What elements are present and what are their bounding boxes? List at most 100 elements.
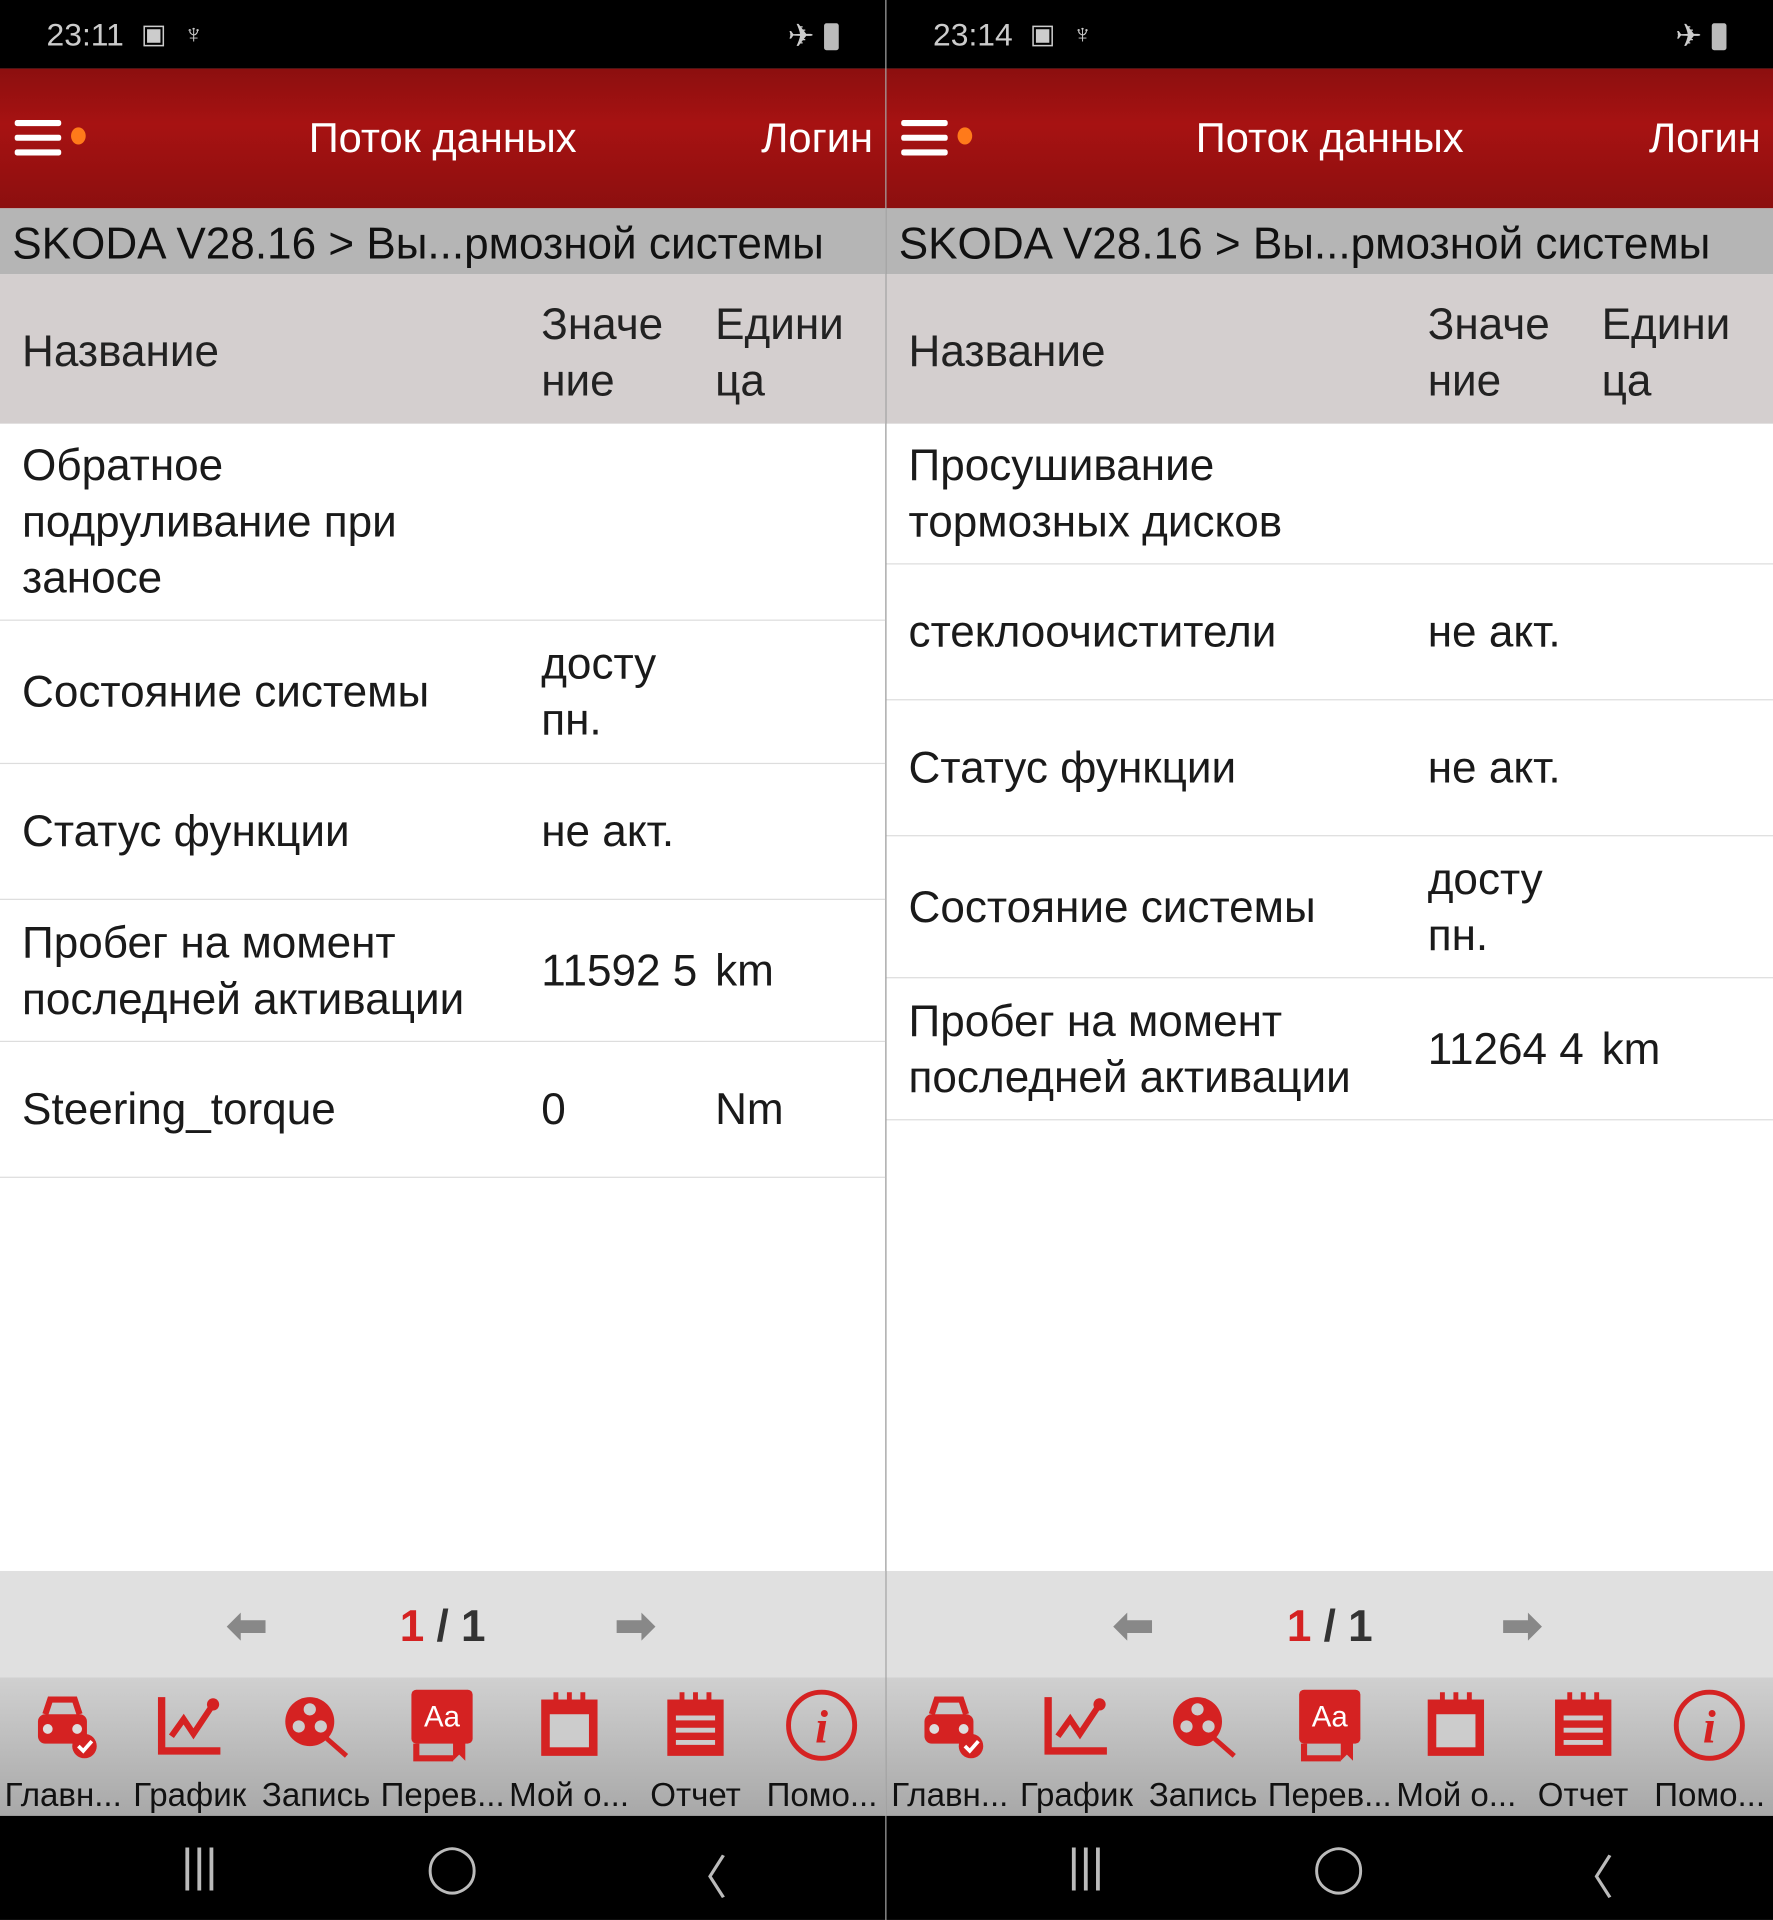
current-page: 1 (1286, 1600, 1312, 1651)
breadcrumb: SKODA V28.16 > Вы...рмозной системы (0, 208, 886, 275)
app-screen: 23:14 ▣ ♆ ✈ Поток данных Логин SKODA V28.1… (886, 0, 1773, 1920)
toolbar-label: Запись (1148, 1776, 1258, 1814)
report-icon (667, 1692, 724, 1756)
param-value: 0 (541, 1083, 566, 1134)
toolbar-button[interactable]: Главн... (0, 1677, 126, 1815)
toolbar-button[interactable]: Главн... (887, 1677, 1014, 1815)
table-row[interactable]: Просушивание тормозных дисков (886, 424, 1773, 565)
page-title: Поток данных (308, 115, 577, 162)
info-icon: i (786, 1689, 858, 1761)
table-row[interactable]: Статус функции не акт. (886, 700, 1773, 837)
next-page-icon[interactable]: ➡ (615, 1598, 656, 1654)
table-row[interactable]: Пробег на момент последней активации 112… (886, 978, 1773, 1121)
svg-text:i: i (816, 1702, 829, 1753)
toolbar-label: Отчет (1537, 1776, 1629, 1814)
param-name: стеклоочистители (908, 606, 1277, 657)
toolbar-label: График (1019, 1776, 1133, 1814)
home-button[interactable]: ◯ (1313, 1840, 1365, 1895)
toolbar-label: График (133, 1776, 247, 1814)
toolbar-button[interactable]: i Помо... (759, 1677, 885, 1815)
airplane-icon: ✈ (787, 17, 815, 54)
next-page-icon[interactable]: ➡ (1501, 1598, 1542, 1654)
toolbar-button[interactable]: График (1013, 1677, 1140, 1815)
battery-icon (1711, 22, 1727, 50)
home-button[interactable]: ◯ (426, 1840, 478, 1895)
info-icon: i (1674, 1689, 1746, 1761)
param-value: не акт. (1427, 606, 1561, 657)
toolbar-button[interactable]: Отчет (1520, 1677, 1647, 1815)
toolbar-button[interactable]: Мой о... (506, 1677, 632, 1815)
calendar-icon (1428, 1692, 1485, 1756)
param-value: не акт. (1427, 742, 1561, 793)
toolbar-label: Мой о... (1396, 1776, 1517, 1814)
total-pages: / 1 (436, 1600, 486, 1651)
table-header: Название Значе ние Едини ца (0, 274, 886, 424)
param-unit: km (1601, 1023, 1661, 1074)
table-row[interactable]: Статус функции не акт. (0, 764, 886, 900)
toolbar-button[interactable]: i Помо... (1646, 1677, 1773, 1815)
toolbar-button[interactable]: График (126, 1677, 252, 1815)
toolbar-button[interactable]: Мой о... (1393, 1677, 1520, 1815)
toolbar-button[interactable]: Запись (1140, 1677, 1267, 1815)
table-row[interactable]: Состояние системы досту пн. (0, 621, 886, 765)
airplane-icon: ✈ (1675, 17, 1702, 54)
toolbar-button[interactable]: Запись (253, 1677, 379, 1815)
car-check-icon (37, 1696, 97, 1759)
param-value: досту пн. (541, 637, 657, 745)
column-value: Значе ние (1427, 298, 1550, 406)
status-bar: 23:14 ▣ ♆ ✈ (886, 0, 1773, 69)
toolbar-label: Главн... (4, 1776, 122, 1814)
toolbar-label: Отчет (650, 1776, 741, 1814)
image-icon: ▣ (140, 18, 167, 49)
param-name: Пробег на момент последней активации (22, 916, 465, 1024)
table-row[interactable]: Steering_torque 0 Nm (0, 1042, 886, 1178)
recent-apps-button[interactable]: ||| (1068, 1840, 1104, 1893)
total-pages: / 1 (1323, 1600, 1373, 1651)
data-table: Просушивание тормозных дисков стеклоочис… (886, 424, 1773, 1121)
param-value: не акт. (541, 805, 675, 856)
current-page: 1 (399, 1600, 425, 1651)
table-row[interactable]: Пробег на момент последней активации 115… (0, 900, 886, 1043)
param-value: досту пн. (1427, 852, 1543, 960)
translate-icon: Aa (412, 1689, 474, 1762)
column-unit: Едини ца (715, 298, 844, 406)
pager: ⬅ 1 / 1 ➡ (0, 1570, 886, 1678)
column-value: Значе ние (541, 298, 664, 406)
pager: ⬅ 1 / 1 ➡ (886, 1570, 1773, 1678)
table-row[interactable]: Состояние системы досту пн. (886, 836, 1773, 979)
param-name: Пробег на момент последней активации (908, 994, 1351, 1102)
record-search-icon (1172, 1697, 1236, 1758)
toolbar-label: Главн... (891, 1776, 1009, 1814)
data-table: Обратное подруливание при заносе Состоян… (0, 424, 886, 1178)
battery-icon (824, 22, 839, 50)
system-nav-bar: ||| ◯ 〈 (886, 1815, 1773, 1920)
image-icon: ▣ (1029, 18, 1056, 49)
page-title: Поток данных (1195, 115, 1464, 162)
svg-text:Aa: Aa (1312, 1700, 1349, 1733)
toolbar-button[interactable]: Aa Перев... (379, 1677, 505, 1815)
param-name: Статус функции (908, 742, 1237, 793)
param-value: 11592 5 (541, 944, 698, 995)
table-header: Название Значе ние Едини ца (886, 274, 1773, 424)
param-value: 11264 4 (1427, 1023, 1584, 1074)
app-header: Поток данных Логин (886, 68, 1773, 209)
back-button[interactable]: 〈 (1567, 1840, 1614, 1907)
table-row[interactable]: Обратное подруливание при заносе (0, 424, 886, 621)
toolbar-label: Мой о... (509, 1776, 630, 1814)
param-unit: km (715, 944, 774, 995)
toolbar-button[interactable]: Отчет (632, 1677, 758, 1815)
login-button[interactable]: Логин (1649, 115, 1761, 163)
login-button[interactable]: Логин (761, 115, 873, 163)
translate-icon: Aa (1299, 1689, 1361, 1762)
toolbar-label: Запись (261, 1776, 371, 1814)
toolbar-label: Помо... (1654, 1776, 1766, 1814)
app-screen: 23:11 ▣ ♆ ✈ Поток данных Логин SKODA V28.1… (0, 0, 887, 1920)
table-row[interactable]: стеклоочистители не акт. (886, 564, 1773, 701)
recent-apps-button[interactable]: ||| (181, 1840, 217, 1893)
back-button[interactable]: 〈 (681, 1840, 728, 1907)
toolbar-button[interactable]: Aa Перев... (1266, 1677, 1393, 1815)
car-check-icon (924, 1696, 983, 1759)
calendar-icon (540, 1692, 598, 1756)
param-name: Статус функции (22, 805, 350, 856)
svg-text:Aa: Aa (425, 1700, 462, 1733)
